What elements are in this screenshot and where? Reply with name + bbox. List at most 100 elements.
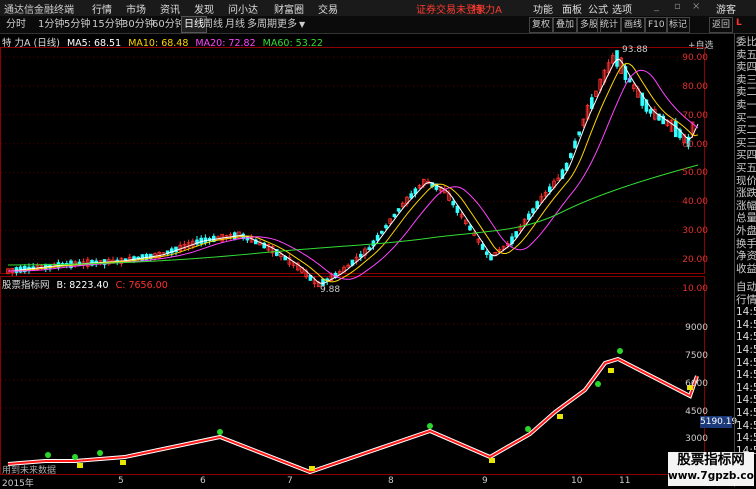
date-8: 8 <box>388 476 394 486</box>
period-more[interactable]: 更多 <box>277 17 297 32</box>
menu-ask-xiaoda[interactable]: 问小达 <box>228 1 258 16</box>
user-guest[interactable]: 游客 <box>716 1 736 16</box>
ma-legend: 特 力A (日线) MA5: 68.51 MA10: 68.48 MA20: 7… <box>2 35 327 49</box>
menu-functions[interactable]: 功能 <box>533 1 553 16</box>
tick-label-1: 行情 <box>736 293 756 306</box>
date-7: 7 <box>287 476 293 486</box>
tick-label-5: 14:5 <box>736 343 756 356</box>
candle-body <box>384 225 388 229</box>
period-multi[interactable]: 多周期 <box>247 17 277 32</box>
menu-formula[interactable]: 公式 <box>588 1 608 16</box>
period-weekly[interactable]: 周线 <box>203 17 223 32</box>
candle-body <box>199 237 204 244</box>
watermark-title: 股票指标网 <box>677 452 745 468</box>
low-price-label: 9.88 <box>320 285 341 295</box>
candle-body <box>379 230 384 234</box>
minimize-icon[interactable]: _ <box>654 1 659 12</box>
kline-chart-area[interactable] <box>0 33 736 487</box>
sell-signal-icon <box>557 414 563 419</box>
tick-label-12: 14:5 <box>736 432 756 445</box>
orderbook-label-4: 卖二 <box>736 86 756 99</box>
menu-discover[interactable]: 发现 <box>194 1 214 16</box>
date-10: 10 <box>571 476 583 486</box>
tick-label-0: 自动 <box>736 281 756 293</box>
candle-body <box>648 109 653 114</box>
ma20-label: MA20: 72.82 <box>195 38 256 49</box>
menu-options[interactable]: 选项 <box>612 1 632 16</box>
period-5min[interactable]: 5分钟 <box>64 17 90 32</box>
fq-button[interactable]: 复权 <box>529 17 554 33</box>
indicator-b-value: B: 8223.40 <box>56 280 109 291</box>
f10-button[interactable]: F10 <box>645 17 668 33</box>
y-tick-30: 30.00 <box>682 226 708 236</box>
candle-body <box>468 225 472 231</box>
candle-body <box>375 234 380 241</box>
menu-bar: 通达信金融终端 行情 市场 资讯 发现 问小达 财富圈 交易 证券交易未登录 特… <box>0 0 756 16</box>
restore-icon[interactable]: ▫ <box>674 1 681 12</box>
sell-signal-icon <box>77 463 83 468</box>
orderbook-label-15: 外盘 <box>736 224 756 237</box>
period-60min[interactable]: 60分钟 <box>152 17 185 32</box>
candle-body <box>615 50 619 67</box>
menu-trade[interactable]: 交易 <box>318 1 338 16</box>
orderbook-label-8: 买三 <box>736 136 756 149</box>
y-tick-10: 10.00 <box>682 284 708 294</box>
mark-button[interactable]: 标记 <box>666 17 691 33</box>
candle-body <box>451 200 455 206</box>
y-tick-40: 40.00 <box>682 197 708 207</box>
period-toolbar: 分时 1分钟 5分钟 15分钟 30分钟 60分钟 日线 周线 月线 多周期 更… <box>0 16 756 34</box>
orderbook-label-12: 涨跌 <box>736 187 756 200</box>
indicator-line-outer <box>7 356 699 475</box>
candle-body <box>392 213 397 218</box>
candle-body <box>358 253 363 258</box>
candle-body <box>674 120 678 138</box>
buy-signal-icon <box>595 381 601 387</box>
sell-signal-icon <box>489 458 495 463</box>
sub-chart-frame <box>0 276 705 475</box>
date-5: 5 <box>118 476 124 486</box>
menu-panel[interactable]: 面板 <box>562 1 582 16</box>
overlay-button[interactable]: 叠加 <box>553 17 578 33</box>
watermark: 股票指标网 www.7gpzb.com <box>668 452 756 486</box>
orderbook-label-9: 买四 <box>736 149 756 162</box>
period-timeshare[interactable]: 分时 <box>6 17 26 32</box>
candle-body <box>396 208 401 212</box>
orderbook-label-0: 委比 <box>736 36 756 48</box>
menu-news[interactable]: 资讯 <box>160 1 180 16</box>
y-tick-60: 60.00 <box>682 140 708 150</box>
current-stock-name: 特 力A <box>472 5 503 16</box>
stats-button[interactable]: 统计 <box>597 17 622 33</box>
menu-quotes[interactable]: 行情 <box>92 1 112 16</box>
orderbook-label-14: 总量 <box>736 212 756 225</box>
ma10-label: MA10: 68.48 <box>128 38 189 49</box>
tick-label-3: 14:5 <box>736 318 756 331</box>
tick-label-11: 14:5 <box>736 419 756 432</box>
orderbook-label-11: 现价 <box>736 174 756 187</box>
buy-signal-icon <box>427 423 433 429</box>
date-axis: 2015年 5 6 7 8 9 10 11 <box>0 476 710 489</box>
orderbook-label-10: 买五 <box>736 161 756 174</box>
indicator-legend: 股票指标网 B: 8223.40 C: 7656.00 <box>2 277 168 291</box>
indicator-name: 股票指标网 <box>2 280 50 291</box>
more-chevron-icon[interactable]: ▼ <box>299 17 305 32</box>
menu-market[interactable]: 市场 <box>126 1 146 16</box>
tick-label-8: 14:5 <box>736 381 756 394</box>
tick-label-10: 14:5 <box>736 406 756 419</box>
orderbook-label-5: 卖一 <box>736 98 756 111</box>
back-button[interactable]: 返回 <box>709 17 734 33</box>
orderbook-label-7: 买二 <box>736 124 756 137</box>
period-30min[interactable]: 30分钟 <box>122 17 155 32</box>
orderbook-label-16: 换手 <box>736 237 756 250</box>
draw-line-button[interactable]: 画线 <box>621 17 646 33</box>
period-1min[interactable]: 1分钟 <box>38 17 64 32</box>
level-l-icon: L <box>736 18 742 28</box>
sub-y-tick-9000: 9000 <box>685 323 708 333</box>
close-icon[interactable]: × <box>692 1 700 12</box>
sell-signal-icon <box>120 460 126 465</box>
period-15min[interactable]: 15分钟 <box>92 17 125 32</box>
period-monthly[interactable]: 月线 <box>225 17 245 32</box>
tick-label-2: 14:5 <box>736 306 756 319</box>
high-price-label: 93.88 <box>622 45 648 55</box>
sub-y-tick-3000: 3000 <box>685 434 708 444</box>
menu-wealth-circle[interactable]: 财富圈 <box>274 1 304 16</box>
